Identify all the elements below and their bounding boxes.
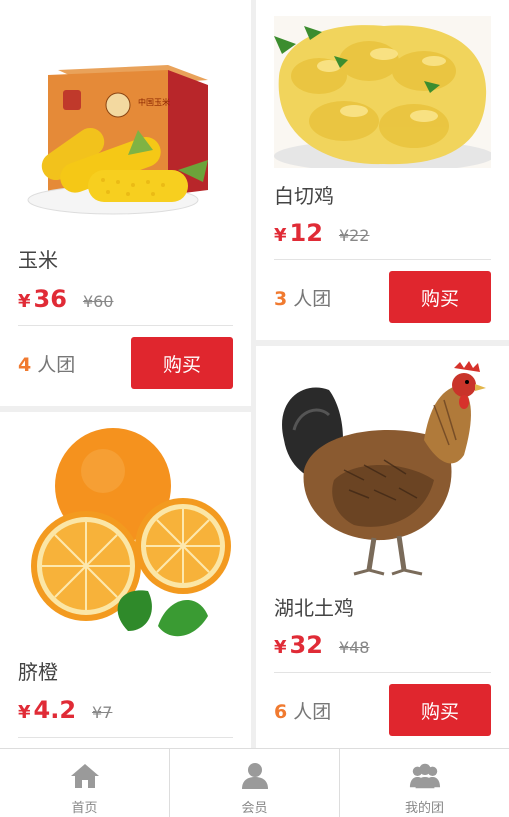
current-price: 4.2 <box>33 696 77 724</box>
group-unit: 人团 <box>293 288 332 310</box>
price-row: ¥ 12 ¥22 <box>274 219 369 247</box>
tab-member[interactable]: 会员 <box>170 749 340 817</box>
bottom-tab-bar: 首页 会员 我的团 <box>0 748 509 817</box>
group-icon <box>409 761 441 791</box>
tab-my-group[interactable]: 我的团 <box>340 749 509 817</box>
original-price: ¥48 <box>338 638 370 657</box>
original-price: ¥22 <box>338 226 370 245</box>
home-icon <box>69 761 101 791</box>
divider <box>274 672 491 673</box>
divider <box>18 737 233 738</box>
product-title: 脐橙 <box>18 660 58 684</box>
group-size: 4 人团 <box>18 350 75 377</box>
group-size: 3 人团 <box>274 284 331 311</box>
group-unit: 人团 <box>293 701 332 723</box>
tab-label: 我的团 <box>404 801 444 816</box>
divider <box>274 259 491 260</box>
group-count: 3 <box>274 288 288 310</box>
product-card-corn[interactable]: 中国玉米 玉米 ¥ 36 ¥60 4 人团 购买 <box>0 0 251 406</box>
product-card-hen[interactable]: 湖北土鸡 ¥ 32 ¥48 6 人团 购买 <box>256 346 509 748</box>
original-price: ¥60 <box>82 292 114 311</box>
currency-symbol: ¥ <box>18 702 31 723</box>
currency-symbol: ¥ <box>274 225 287 246</box>
current-price: 32 <box>289 631 323 659</box>
hen-image[interactable] <box>274 360 491 582</box>
current-price: 12 <box>289 219 323 247</box>
tab-label: 首页 <box>71 801 98 816</box>
tab-label: 会员 <box>241 801 268 816</box>
product-card-sliced-chicken[interactable]: 白切鸡 ¥ 12 ¥22 3 人团 购买 <box>256 0 509 340</box>
currency-symbol: ¥ <box>18 291 31 312</box>
buy-button[interactable]: 购买 <box>131 337 233 389</box>
price-row: ¥ 32 ¥48 <box>274 631 369 659</box>
product-title: 湖北土鸡 <box>274 596 354 620</box>
orange-image[interactable] <box>18 426 233 648</box>
user-icon <box>239 761 271 791</box>
buy-button[interactable]: 购买 <box>389 684 491 736</box>
tab-home[interactable]: 首页 <box>0 749 170 817</box>
group-count: 4 <box>18 354 32 376</box>
group-size: 6 人团 <box>274 697 331 724</box>
divider <box>18 325 233 326</box>
original-price: ¥7 <box>92 703 113 722</box>
product-card-orange[interactable]: 脐橙 ¥ 4.2 ¥7 <box>0 412 251 748</box>
price-row: ¥ 4.2 ¥7 <box>18 696 112 724</box>
group-unit: 人团 <box>37 354 76 376</box>
product-title: 玉米 <box>18 248 58 272</box>
product-title: 白切鸡 <box>274 184 334 208</box>
group-count: 6 <box>274 701 288 723</box>
sliced-chicken-image[interactable] <box>274 16 494 172</box>
current-price: 36 <box>33 285 67 313</box>
svg-text:中国玉米: 中国玉米 <box>138 97 170 107</box>
currency-symbol: ¥ <box>274 637 287 658</box>
buy-button[interactable]: 购买 <box>389 271 491 323</box>
corn-box-image[interactable]: 中国玉米 <box>18 30 233 220</box>
price-row: ¥ 36 ¥60 <box>18 285 113 313</box>
